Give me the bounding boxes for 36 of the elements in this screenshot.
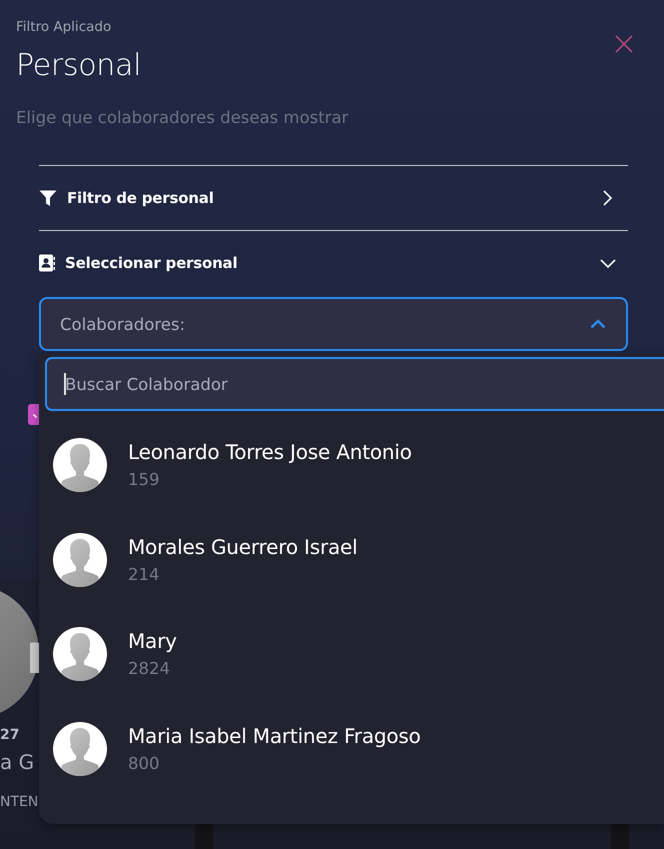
- collaborator-number: 800: [128, 752, 160, 775]
- collaborator-number: 214: [128, 564, 160, 586]
- collaborator-option[interactable]: Morales Guerrero Israel 214: [39, 512, 664, 607]
- collaborator-name: Leonardo Torres Jose Antonio: [128, 439, 412, 466]
- collaborator-option[interactable]: Maria Isabel Martinez Fragoso 800: [39, 702, 664, 796]
- accordion-header[interactable]: Filtro de personal: [39, 166, 628, 231]
- close-icon: [615, 35, 633, 53]
- contact-book-icon: [39, 254, 55, 272]
- checkbox[interactable]: [28, 404, 39, 425]
- card-name: a G: [0, 749, 34, 775]
- avatar-icon: [53, 532, 107, 587]
- accordion-header[interactable]: Seleccionar personal: [39, 231, 628, 295]
- chevron-up-icon: [590, 319, 606, 329]
- collaborator-name: Maria Isabel Martinez Fragoso: [128, 722, 421, 750]
- filter-icon: [39, 189, 57, 207]
- avatar-icon: [53, 627, 107, 682]
- collaborator-option[interactable]: Mary 2824: [39, 607, 664, 702]
- card-tag: NTEN: [0, 793, 38, 811]
- section-label: Filtro de personal: [67, 189, 215, 207]
- collaborator-number: 159: [128, 469, 160, 492]
- search-field[interactable]: Buscar Colaborador: [45, 357, 664, 411]
- panel-subtitle: Elige que colaboradores deseas mostrar: [16, 107, 348, 129]
- collaborator-number: 2824: [128, 658, 171, 680]
- section-label: Seleccionar personal: [65, 254, 238, 272]
- collaborator-name: Mary: [128, 628, 177, 656]
- panel-title: Personal: [16, 48, 142, 84]
- avatar-icon: [53, 438, 107, 492]
- overline-label: Filtro Aplicado: [16, 18, 112, 36]
- text-cursor: [64, 373, 66, 395]
- collaborator-name: Morales Guerrero Israel: [128, 534, 358, 561]
- close-button[interactable]: [615, 35, 633, 53]
- avatar-icon: [53, 722, 107, 776]
- card-number: 27: [0, 727, 20, 743]
- collaborators-select[interactable]: Colaboradores:: [39, 297, 628, 351]
- checkmark-icon: [33, 414, 37, 418]
- collaborator-option[interactable]: Leonardo Torres Jose Antonio 159: [39, 418, 664, 512]
